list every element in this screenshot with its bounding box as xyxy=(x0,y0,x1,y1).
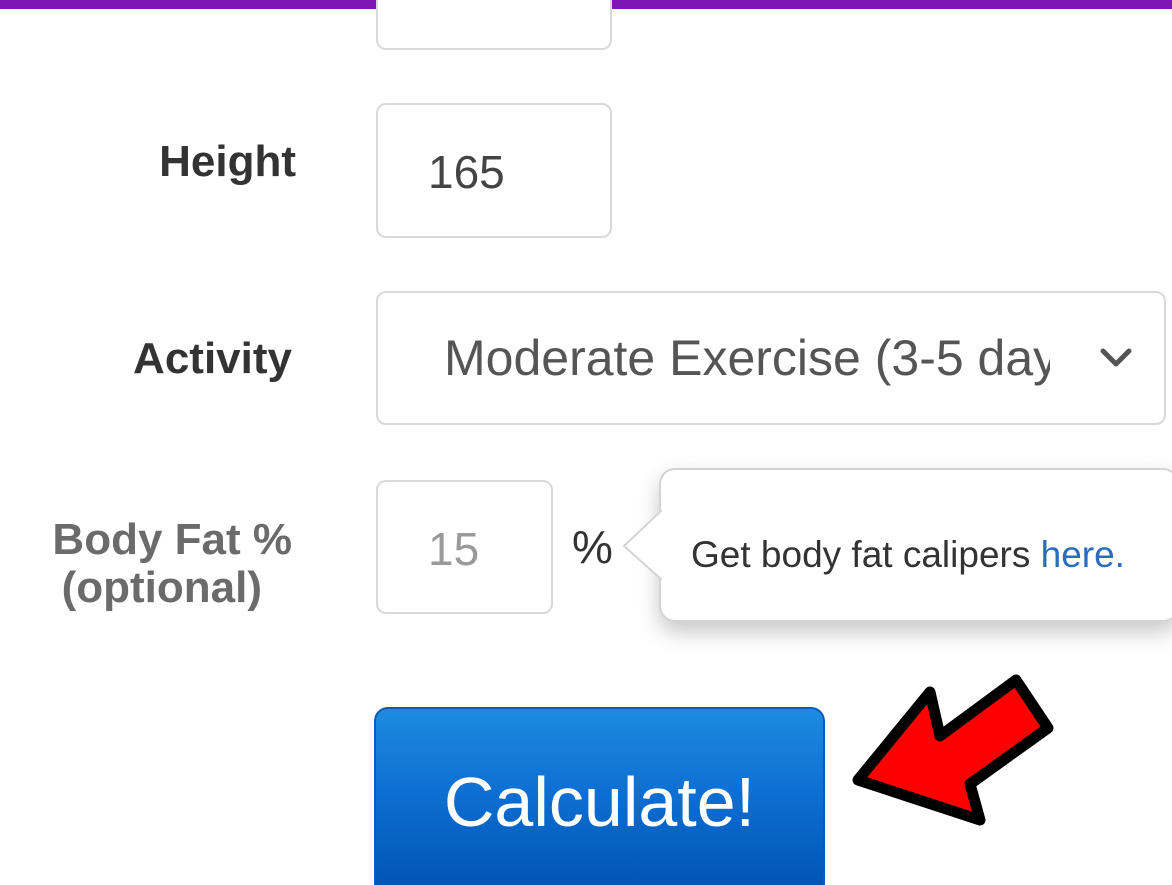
calipers-link[interactable]: here. xyxy=(1041,534,1125,575)
height-input[interactable]: 165 xyxy=(376,103,612,238)
body-fat-placeholder: 15 xyxy=(428,523,480,575)
tooltip-text: Get body fat calipers here. xyxy=(691,534,1125,576)
body-fat-input[interactable]: 15 xyxy=(376,480,553,614)
body-fat-label: Body Fat % (optional) xyxy=(0,516,292,612)
calculate-button-label: Calculate! xyxy=(443,763,756,841)
chevron-down-icon xyxy=(1100,348,1132,367)
activity-selected-value: Moderate Exercise (3-5 days) xyxy=(444,330,1050,386)
previous-input-field[interactable] xyxy=(376,0,612,50)
body-fat-tooltip: Get body fat calipers here. xyxy=(659,468,1172,622)
activity-select[interactable]: Moderate Exercise (3-5 days) xyxy=(376,291,1166,425)
tooltip-message: Get body fat calipers xyxy=(691,534,1041,575)
red-arrow-icon xyxy=(852,674,1054,826)
activity-label: Activity xyxy=(133,334,292,383)
body-fat-label-line2: (optional) xyxy=(61,563,262,612)
calculator-form: Height 165 Activity Moderate Exercise (3… xyxy=(0,0,1172,885)
percent-unit-label: % xyxy=(572,521,613,573)
height-value: 165 xyxy=(428,146,505,198)
body-fat-label-line1: Body Fat % xyxy=(52,515,292,564)
tooltip-pointer xyxy=(622,510,662,580)
calculate-button[interactable]: Calculate! xyxy=(374,707,825,885)
height-label: Height xyxy=(159,137,296,186)
